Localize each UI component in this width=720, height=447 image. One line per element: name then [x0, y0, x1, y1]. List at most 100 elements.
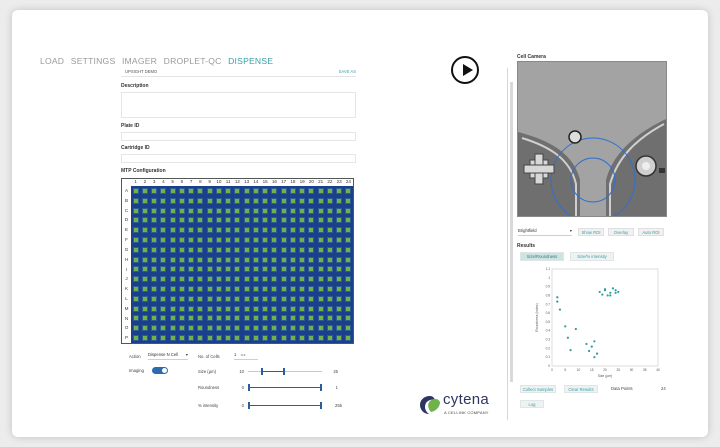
plate-well[interactable] — [271, 295, 278, 302]
plate-row-label[interactable]: K — [123, 286, 130, 291]
cartridge-id-input[interactable] — [121, 154, 356, 163]
plate-well[interactable] — [169, 256, 176, 263]
plate-well[interactable] — [252, 315, 259, 322]
plate-well[interactable] — [262, 286, 269, 293]
plate-well[interactable] — [345, 325, 352, 332]
plate-well[interactable] — [280, 246, 287, 253]
overlay-button[interactable]: Overlay — [608, 228, 634, 236]
plate-row-label[interactable]: E — [123, 227, 130, 232]
plate-row-label[interactable]: P — [123, 335, 130, 340]
plate-well[interactable] — [336, 335, 343, 342]
plate-row-label[interactable]: I — [123, 267, 130, 272]
plate-well[interactable] — [141, 315, 148, 322]
plate-well[interactable] — [160, 197, 167, 204]
plate-well[interactable] — [206, 315, 213, 322]
plate-well[interactable] — [225, 276, 232, 283]
plate-well[interactable] — [317, 217, 324, 224]
plate-well[interactable] — [169, 295, 176, 302]
plate-well[interactable] — [132, 295, 139, 302]
plate-well[interactable] — [225, 295, 232, 302]
plate-well[interactable] — [299, 266, 306, 273]
plate-well[interactable] — [234, 295, 241, 302]
plate-well[interactable] — [178, 187, 185, 194]
plate-well[interactable] — [271, 246, 278, 253]
plate-well[interactable] — [169, 315, 176, 322]
intensity-min[interactable]: 0 — [234, 403, 244, 408]
plate-well[interactable] — [262, 335, 269, 342]
plate-well[interactable] — [151, 236, 158, 243]
plate-well[interactable] — [151, 276, 158, 283]
plate-well[interactable] — [336, 266, 343, 273]
plate-well[interactable] — [243, 246, 250, 253]
plate-well[interactable] — [178, 227, 185, 234]
plate-well[interactable] — [197, 187, 204, 194]
plate-well[interactable] — [160, 217, 167, 224]
plate-well[interactable] — [197, 256, 204, 263]
plate-well[interactable] — [169, 266, 176, 273]
plate-well[interactable] — [197, 217, 204, 224]
plate-row-label[interactable]: L — [123, 296, 130, 301]
plate-well[interactable] — [197, 295, 204, 302]
plate-well[interactable] — [178, 325, 185, 332]
plate-well[interactable] — [188, 187, 195, 194]
plate-well[interactable] — [197, 246, 204, 253]
plate-well[interactable] — [299, 286, 306, 293]
plate-well[interactable] — [234, 286, 241, 293]
plate-well[interactable] — [243, 217, 250, 224]
mtp-plate-grid[interactable]: 1 2 3 4 5 6 7 8 9 10 11 12 13 14 15 16 17 18 19 20 21 22 23 24 A… — [121, 178, 354, 344]
plate-well[interactable] — [317, 325, 324, 332]
plate-well[interactable] — [225, 207, 232, 214]
plate-column-label[interactable]: 16 — [270, 179, 279, 184]
plate-well[interactable] — [178, 335, 185, 342]
plate-column-label[interactable]: 10 — [214, 179, 223, 184]
plate-well[interactable] — [141, 266, 148, 273]
plate-well[interactable] — [178, 197, 185, 204]
plate-row-label[interactable]: J — [123, 276, 130, 281]
plate-well[interactable] — [308, 305, 315, 312]
plate-well[interactable] — [336, 276, 343, 283]
plate-well[interactable] — [317, 276, 324, 283]
roundness-min[interactable]: 0 — [234, 385, 244, 390]
plate-well[interactable] — [160, 305, 167, 312]
plate-well[interactable] — [271, 197, 278, 204]
intensity-slider[interactable] — [248, 402, 322, 409]
plate-column-label[interactable]: 11 — [224, 179, 233, 184]
plate-well[interactable] — [280, 227, 287, 234]
plate-well[interactable] — [234, 197, 241, 204]
plate-well[interactable] — [160, 256, 167, 263]
plate-row-label[interactable]: B — [123, 198, 130, 203]
plate-well[interactable] — [252, 295, 259, 302]
plate-well[interactable] — [308, 217, 315, 224]
plate-well[interactable] — [206, 217, 213, 224]
plate-well[interactable] — [336, 305, 343, 312]
plate-well[interactable] — [132, 246, 139, 253]
plate-column-label[interactable]: 9 — [205, 179, 214, 184]
plate-well[interactable] — [215, 217, 222, 224]
plate-well[interactable] — [262, 236, 269, 243]
plate-well[interactable] — [141, 187, 148, 194]
plate-well[interactable] — [215, 325, 222, 332]
plate-well[interactable] — [262, 325, 269, 332]
plate-well[interactable] — [262, 227, 269, 234]
plate-well[interactable] — [225, 305, 232, 312]
plate-well[interactable] — [225, 197, 232, 204]
plate-well[interactable] — [326, 227, 333, 234]
plate-well[interactable] — [243, 276, 250, 283]
plate-well[interactable] — [160, 236, 167, 243]
plate-well[interactable] — [132, 325, 139, 332]
plate-well[interactable] — [252, 335, 259, 342]
plate-well[interactable] — [132, 217, 139, 224]
plate-well[interactable] — [178, 305, 185, 312]
plate-well[interactable] — [262, 246, 269, 253]
plate-well[interactable] — [169, 227, 176, 234]
plate-well[interactable] — [243, 207, 250, 214]
plate-well[interactable] — [141, 256, 148, 263]
plate-row-label[interactable]: F — [123, 237, 130, 242]
plate-well[interactable] — [225, 236, 232, 243]
plate-well[interactable] — [308, 227, 315, 234]
intensity-min-handle[interactable] — [248, 402, 250, 409]
plate-well[interactable] — [188, 197, 195, 204]
plate-well[interactable] — [308, 256, 315, 263]
plate-well[interactable] — [262, 266, 269, 273]
plate-well[interactable] — [280, 276, 287, 283]
